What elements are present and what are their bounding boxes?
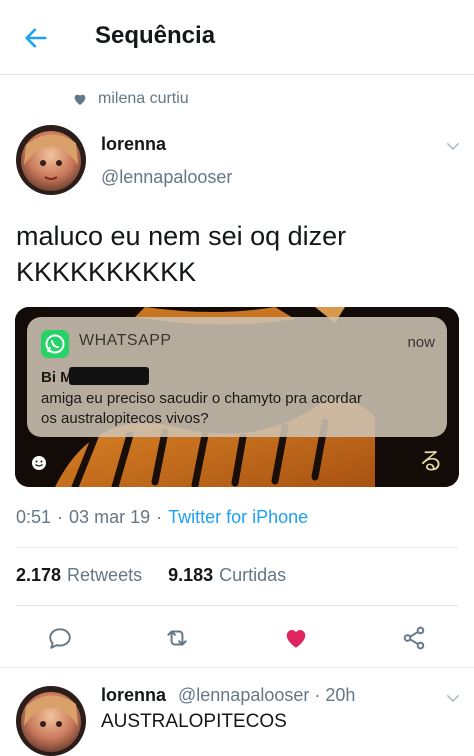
tweet-time: 0:51	[16, 507, 52, 527]
divider	[16, 547, 458, 548]
tweet-text: maluco eu nem sei oq dizer KKKKKKKKKK	[16, 218, 456, 290]
notification-message-line-2: os australopitecos vivos?	[41, 410, 209, 427]
tweet-stats: 2.178 Retweets 9.183 Curtidas	[16, 565, 286, 586]
tweet-actions	[0, 615, 474, 659]
tweet-text-line-1: maluco eu nem sei oq dizer	[16, 221, 347, 251]
corner-glyph: る	[419, 447, 443, 475]
notification-message: amiga eu preciso sacudir o chamyto pra a…	[41, 389, 441, 429]
author-avatar[interactable]	[16, 125, 86, 195]
share-icon[interactable]	[401, 625, 427, 651]
tweet-date: 03 mar 19	[69, 507, 151, 527]
social-context-text[interactable]: milena curtiu	[98, 90, 189, 108]
page-title: Sequência	[95, 22, 216, 49]
divider	[0, 667, 474, 668]
tweet-text-line-2: KKKKKKKKKK	[16, 257, 197, 287]
smile-icon	[32, 456, 46, 470]
tweet-meta: 0:51 · 03 mar 19 · Twitter for iPhone	[16, 507, 308, 528]
tweet-media[interactable]: WHATSAPP now Bi M amiga eu preciso sacud…	[15, 307, 459, 487]
like-count[interactable]: 9.183	[168, 565, 213, 586]
chevron-down-icon[interactable]	[444, 137, 462, 155]
notification-message-line-1: amiga eu preciso sacudir o chamyto pra a…	[41, 390, 362, 407]
divider	[16, 605, 458, 606]
like-icon[interactable]	[283, 625, 309, 651]
heart-icon	[74, 94, 86, 105]
top-bar: Sequência	[0, 0, 474, 75]
whatsapp-icon	[41, 330, 69, 358]
whatsapp-notification[interactable]: WHATSAPP now Bi M amiga eu preciso sacud…	[27, 317, 447, 437]
redaction-bar	[69, 367, 149, 385]
reply-author-avatar[interactable]	[16, 686, 86, 756]
social-context: milena curtiu	[72, 88, 189, 110]
notification-time: now	[407, 334, 435, 351]
notification-app-name: WHATSAPP	[79, 332, 172, 349]
likes-label[interactable]: Curtidas	[219, 565, 286, 586]
author-name[interactable]: lorenna	[101, 134, 166, 155]
tweet-source-link[interactable]: Twitter for iPhone	[168, 507, 308, 528]
author-handle[interactable]: @lennapalooser	[101, 167, 232, 188]
retweet-icon[interactable]	[164, 625, 190, 651]
reply-text: AUSTRALOPITECOS	[101, 711, 287, 732]
retweets-label[interactable]: Retweets	[67, 565, 142, 586]
reply-author-handle[interactable]: @lennapalooser · 20h	[178, 685, 355, 706]
meta-dot: ·	[156, 507, 163, 527]
notification-sender: Bi M	[41, 369, 73, 386]
avatar-image	[16, 686, 86, 756]
back-arrow-icon[interactable]	[22, 24, 50, 52]
avatar-image	[16, 125, 86, 195]
reply-icon[interactable]	[47, 625, 73, 651]
meta-dot: ·	[57, 507, 64, 527]
reply-author-name[interactable]: lorenna	[101, 685, 166, 706]
retweet-count[interactable]: 2.178	[16, 565, 61, 586]
chevron-down-icon[interactable]	[444, 689, 462, 707]
